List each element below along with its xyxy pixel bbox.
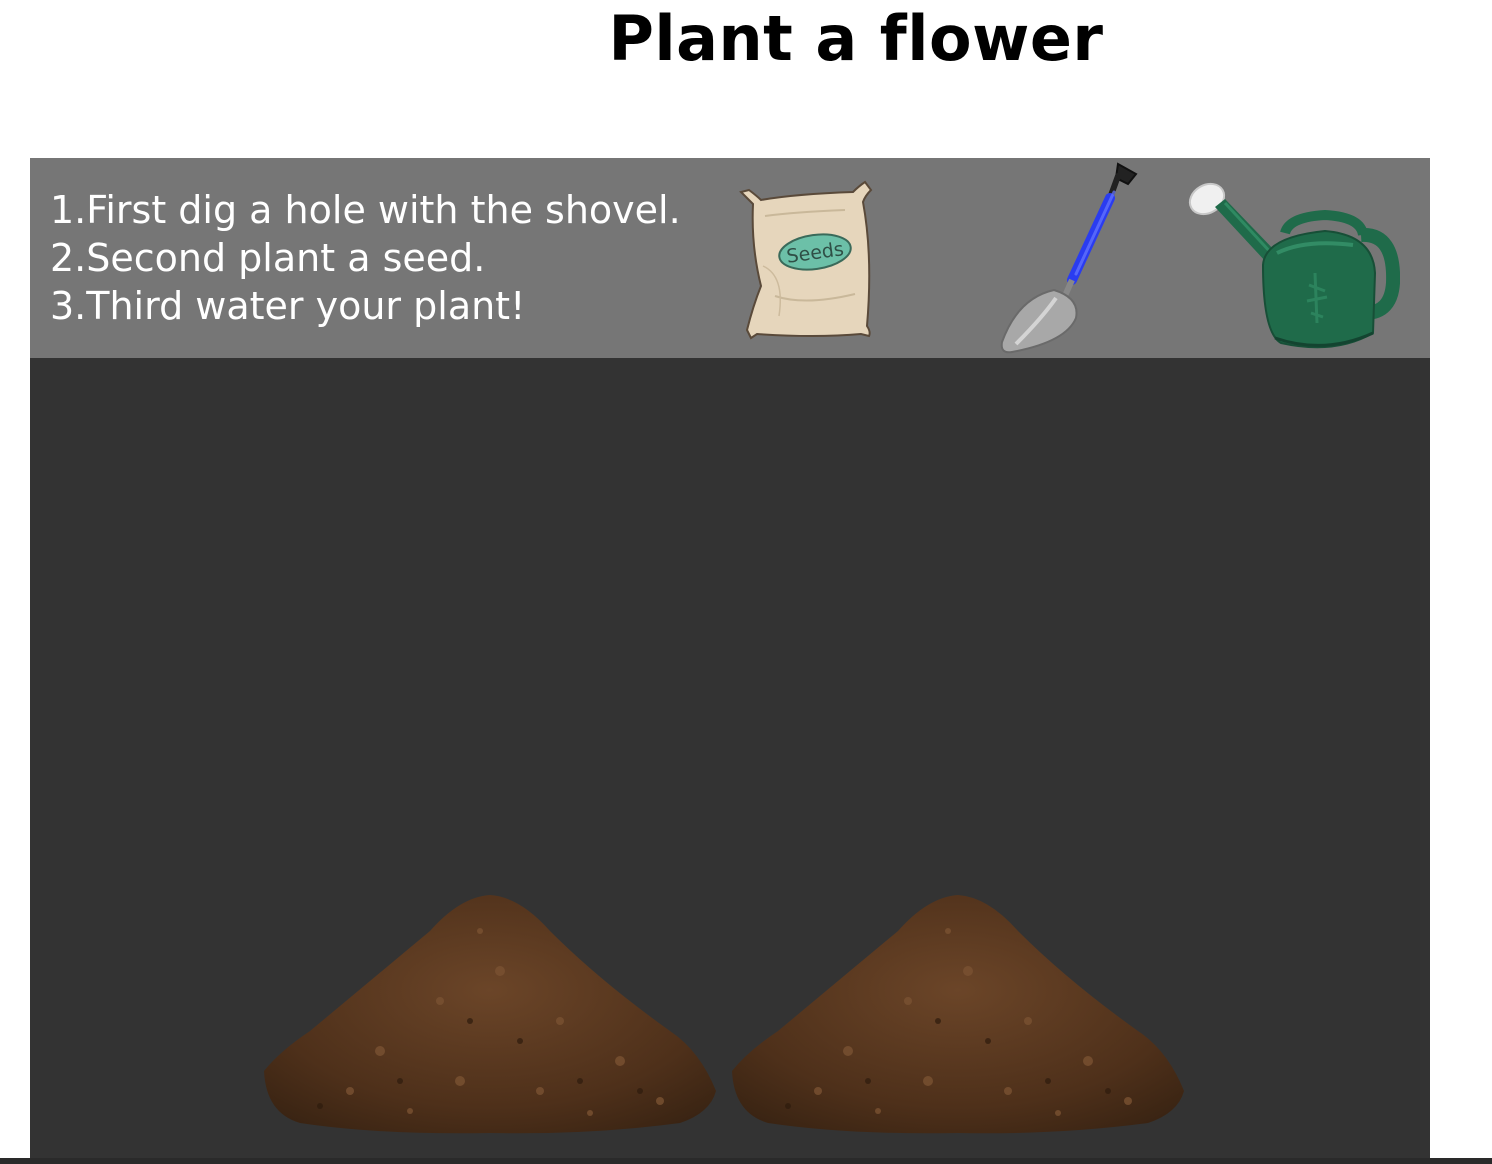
tool-bar: 1.First dig a hole with the shovel. 2.Se… [30,158,1430,358]
seed-packet-icon[interactable]: Seeds [735,176,880,341]
shovel-icon[interactable] [990,158,1150,358]
bottom-edge [0,1158,1492,1164]
page-margin [1430,158,1492,1158]
instruction-step-3: 3.Third water your plant! [50,284,526,328]
soil-mound-icon[interactable] [728,891,1188,1136]
instruction-step-1: 1.First dig a hole with the shovel. [50,188,681,232]
instruction-step-2: 2.Second plant a seed. [50,236,486,280]
instructions: 1.First dig a hole with the shovel. 2.Se… [50,186,681,330]
page-title: Plant a flower [608,2,1104,75]
game-stage[interactable]: 1.First dig a hole with the shovel. 2.Se… [30,158,1430,1164]
soil-mound-icon[interactable] [260,891,720,1136]
watering-can-icon[interactable] [1185,173,1400,358]
game-page: Plant a flower 1.First dig a hole with t… [0,0,1492,1164]
